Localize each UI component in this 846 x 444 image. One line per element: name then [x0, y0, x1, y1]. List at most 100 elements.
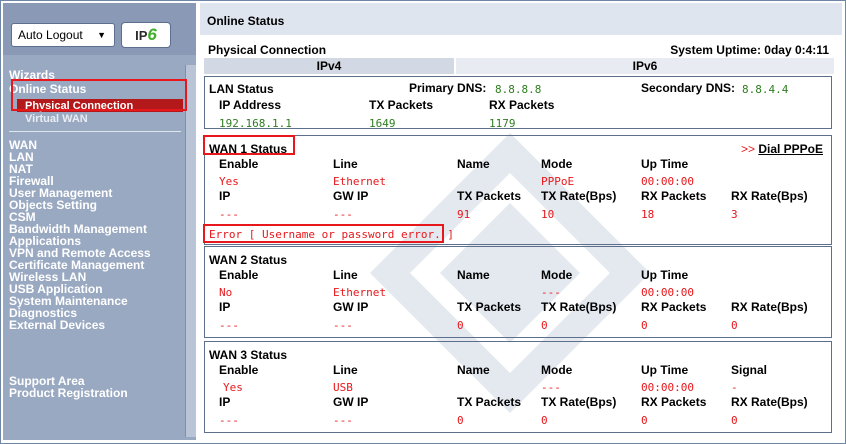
wan3-mode-value: ---	[541, 381, 561, 394]
menu-separator	[9, 131, 181, 132]
wan3-ip-value: ---	[219, 414, 239, 427]
tab-ipv6[interactable]: IPv6	[456, 58, 834, 74]
wan2-enable-value: No	[219, 286, 233, 299]
wan1-uptime-header: Up Time	[641, 157, 689, 171]
wan3-rx-packets-header: RX Packets	[641, 395, 707, 409]
wan2-name-header: Name	[457, 268, 490, 282]
wan2-mode-value: ---	[541, 286, 561, 299]
wan2-ip-header: IP	[219, 300, 231, 314]
dial-pppoe-link[interactable]: >> Dial PPPoE	[741, 142, 823, 156]
wan3-line-value: USB	[333, 381, 353, 394]
main-content: Online Status Physical Connection System…	[200, 3, 842, 440]
wan1-enable-header: Enable	[219, 157, 259, 171]
wan1-rx-rate-header: RX Rate(Bps)	[731, 189, 808, 203]
ipv6-logo: IP6	[121, 22, 171, 48]
system-uptime: System Uptime: 0day 0:4:11	[670, 43, 829, 57]
callout-error-message	[203, 224, 444, 243]
lan-tx-header: TX Packets	[369, 98, 434, 112]
wan2-uptime-value: 00:00:00	[641, 286, 694, 299]
wan2-rx-rate-value: 0	[731, 319, 738, 332]
callout-wan1-title	[203, 135, 295, 155]
menu-product-registration[interactable]: Product Registration	[9, 387, 128, 399]
primary-dns-value: 8.8.8.8	[495, 83, 542, 96]
wan1-gwip-header: GW IP	[333, 189, 369, 203]
wan3-enable-value: Yes	[223, 381, 243, 394]
wan2-line-header: Line	[333, 268, 358, 282]
wan2-rx-packets-header: RX Packets	[641, 300, 707, 314]
wan1-ip-header: IP	[219, 189, 231, 203]
lan-tx-value: 1649	[369, 117, 396, 130]
wan2-rx-packets-value: 0	[641, 319, 648, 332]
wan3-signal-header: Signal	[731, 363, 768, 377]
wan3-mode-header: Mode	[541, 363, 573, 377]
wan1-mode-value: PPPoE	[541, 175, 575, 188]
wan1-line-value: Ethernet	[333, 175, 386, 188]
wan3-tx-packets-header: TX Packets	[457, 395, 522, 409]
wan3-rx-rate-header: RX Rate(Bps)	[731, 395, 808, 409]
lan-rx-value: 1179	[489, 117, 516, 130]
ip-version-tabs: IPv4 IPv6	[204, 58, 834, 74]
wan2-gwip-value: ---	[333, 319, 353, 332]
wan2-uptime-header: Up Time	[641, 268, 689, 282]
wan3-uptime-value: 00:00:00	[641, 381, 694, 394]
wan2-tx-rate-value: 0	[541, 319, 548, 332]
wan3-ip-header: IP	[219, 395, 231, 409]
auto-logout-select[interactable]: Auto Logout ▼	[11, 23, 115, 47]
wan2-mode-header: Mode	[541, 268, 573, 282]
sidebar-scrollbar[interactable]	[185, 65, 196, 437]
page-title-bar: Online Status	[200, 3, 842, 35]
secondary-dns-value: 8.8.4.4	[742, 83, 789, 96]
lan-status-title: LAN Status	[209, 82, 274, 96]
wan2-status-panel: WAN 2 Status Enable Line Name Mode Up Ti…	[204, 246, 832, 338]
wan3-line-header: Line	[333, 363, 358, 377]
wan3-rx-packets-value: 0	[641, 414, 648, 427]
sidebar: Auto Logout ▼ IP6 Wizards Online Status …	[3, 3, 196, 440]
wan3-status-panel: WAN 3 Status Enable Line Name Mode Up Ti…	[204, 341, 832, 433]
primary-dns-label: Primary DNS:	[409, 81, 487, 95]
secondary-dns-label: Secondary DNS:	[641, 81, 736, 95]
wan3-name-header: Name	[457, 363, 490, 377]
wan2-tx-packets-header: TX Packets	[457, 300, 522, 314]
wan1-tx-packets-value: 91	[457, 208, 471, 221]
wan3-signal-value: -	[731, 381, 738, 394]
menu-virtual-wan[interactable]: Virtual WAN	[25, 113, 88, 125]
wan1-tx-rate-header: TX Rate(Bps)	[541, 189, 617, 203]
wan1-name-header: Name	[457, 157, 490, 171]
lan-ip-value: 192.168.1.1	[219, 117, 292, 130]
wan2-status-title: WAN 2 Status	[209, 253, 288, 267]
wan3-uptime-header: Up Time	[641, 363, 689, 377]
wan1-tx-rate-value: 10	[541, 208, 555, 221]
wan1-uptime-value: 00:00:00	[641, 175, 694, 188]
wan3-enable-header: Enable	[219, 363, 259, 377]
lan-ip-header: IP Address	[219, 98, 282, 112]
wan3-tx-packets-value: 0	[457, 414, 464, 427]
tab-ipv4[interactable]: IPv4	[204, 58, 454, 74]
wan1-line-header: Line	[333, 157, 358, 171]
wan1-rx-rate-value: 3	[731, 208, 738, 221]
auto-logout-label: Auto Logout	[18, 28, 83, 42]
wan2-tx-rate-header: TX Rate(Bps)	[541, 300, 617, 314]
wan1-rx-packets-header: RX Packets	[641, 189, 707, 203]
lan-rx-header: RX Packets	[489, 98, 555, 112]
wan2-line-value: Ethernet	[333, 286, 386, 299]
wan2-enable-header: Enable	[219, 268, 259, 282]
wan2-gwip-header: GW IP	[333, 300, 369, 314]
wan1-gwip-value: ---	[333, 208, 353, 221]
wan1-enable-value: Yes	[219, 175, 239, 188]
wan3-gwip-value: ---	[333, 414, 353, 427]
wan1-rx-packets-value: 18	[641, 208, 655, 221]
wan1-mode-header: Mode	[541, 157, 573, 171]
page-title: Online Status	[207, 14, 285, 28]
wan3-status-title: WAN 3 Status	[209, 348, 288, 362]
wan2-ip-value: ---	[219, 319, 239, 332]
wan2-tx-packets-value: 0	[457, 319, 464, 332]
wan3-tx-rate-value: 0	[541, 414, 548, 427]
callout-online-status	[11, 79, 187, 111]
wan3-rx-rate-value: 0	[731, 414, 738, 427]
menu-external-devices[interactable]: External Devices	[9, 319, 105, 331]
wan3-tx-rate-header: TX Rate(Bps)	[541, 395, 617, 409]
lan-status-panel: LAN Status Primary DNS: 8.8.8.8 Secondar…	[204, 76, 832, 130]
wan1-tx-packets-header: TX Packets	[457, 189, 522, 203]
wan2-rx-rate-header: RX Rate(Bps)	[731, 300, 808, 314]
chevron-down-icon: ▼	[97, 30, 106, 40]
